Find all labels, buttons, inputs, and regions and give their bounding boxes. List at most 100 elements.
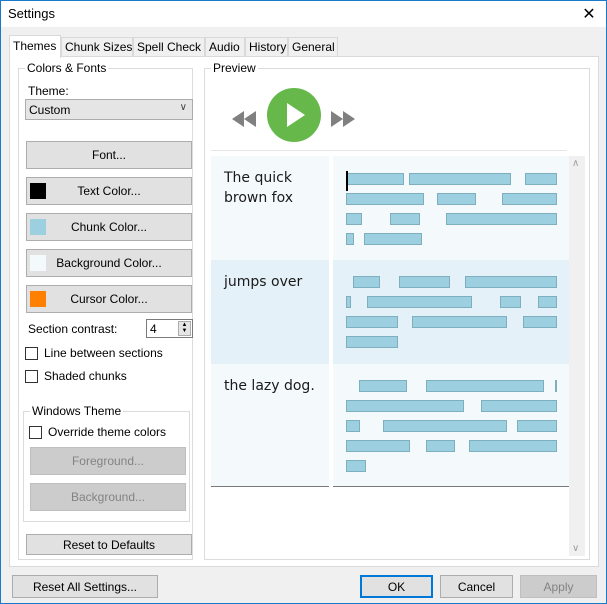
settings-window: Settings ✕ Themes Chunk Sizes Spell Chec… bbox=[0, 0, 607, 604]
chunk-bar bbox=[426, 380, 544, 392]
chunk-bar bbox=[346, 193, 424, 205]
section-bottom-line bbox=[333, 486, 569, 487]
theme-select[interactable]: Custom ∨ bbox=[25, 99, 193, 120]
chunk-bar bbox=[481, 400, 557, 412]
tab-spell-check[interactable]: Spell Check bbox=[133, 37, 205, 57]
chunk-bar bbox=[446, 213, 557, 225]
tab-label: Audio bbox=[209, 40, 240, 54]
scroll-up-icon[interactable]: ∧ bbox=[572, 158, 579, 169]
ok-button[interactable]: OK bbox=[360, 575, 433, 598]
tab-chunk-sizes[interactable]: Chunk Sizes bbox=[61, 37, 133, 57]
reset-all-settings-label: Reset All Settings... bbox=[32, 579, 138, 594]
windows-theme-label: Windows Theme bbox=[30, 404, 124, 418]
rewind-icon[interactable] bbox=[232, 111, 258, 127]
reset-all-settings-button[interactable]: Reset All Settings... bbox=[12, 575, 158, 598]
cursor-color-swatch bbox=[30, 291, 46, 307]
override-theme-colors-checkbox[interactable]: Override theme colors bbox=[29, 425, 166, 439]
section-text-line: the lazy dog. bbox=[224, 378, 315, 394]
section-3-text: the lazy dog. bbox=[224, 376, 315, 396]
tab-label: Spell Check bbox=[137, 40, 202, 54]
preview-divider bbox=[211, 150, 567, 151]
chunk-bar bbox=[346, 296, 351, 308]
cursor-color-button[interactable]: Cursor Color... bbox=[26, 285, 192, 313]
section-contrast-spinner[interactable]: 4 ▲ ▼ bbox=[146, 319, 193, 338]
chunk-bar bbox=[523, 316, 557, 328]
chunk-bar bbox=[346, 400, 464, 412]
reset-to-defaults-label: Reset to Defaults bbox=[62, 537, 156, 552]
foreground-button-label: Foreground... bbox=[71, 454, 145, 468]
chunk-color-swatch bbox=[30, 219, 46, 235]
chunk-bar bbox=[538, 296, 557, 308]
background-button[interactable]: Background... bbox=[30, 483, 186, 511]
tab-themes[interactable]: Themes bbox=[9, 35, 61, 58]
font-button[interactable]: Font... bbox=[26, 141, 192, 169]
apply-button[interactable]: Apply bbox=[520, 575, 597, 598]
chevron-down-icon: ∨ bbox=[179, 102, 187, 113]
section-text-line: brown fox bbox=[224, 190, 294, 206]
chunk-bar bbox=[555, 380, 557, 392]
background-color-label: Background Color... bbox=[56, 256, 162, 270]
chunk-bar bbox=[346, 233, 354, 245]
spinner-arrows-icon[interactable]: ▲ ▼ bbox=[178, 321, 191, 336]
chunk-bar bbox=[346, 440, 410, 452]
chunk-bar bbox=[346, 173, 404, 185]
chunk-bar bbox=[437, 193, 476, 205]
line-between-sections-label: Line between sections bbox=[44, 346, 163, 360]
shaded-chunks-checkbox[interactable]: Shaded chunks bbox=[25, 369, 127, 383]
chunk-bar bbox=[364, 233, 422, 245]
chunk-bar bbox=[353, 276, 380, 288]
window-title: Settings bbox=[8, 6, 55, 21]
preview-group: Preview The quick brown fox jumps over t… bbox=[204, 61, 590, 560]
chunk-bar bbox=[346, 316, 398, 328]
chunk-bar bbox=[346, 336, 398, 348]
checkbox-box[interactable] bbox=[25, 369, 38, 383]
checkbox-box[interactable] bbox=[25, 346, 38, 360]
chunk-bar bbox=[409, 173, 511, 185]
tab-label: Themes bbox=[13, 39, 57, 53]
theme-label: Theme: bbox=[28, 84, 69, 98]
text-color-swatch bbox=[30, 183, 46, 199]
chunk-bar bbox=[517, 420, 557, 432]
scroll-down-icon[interactable]: ∨ bbox=[572, 543, 579, 554]
text-cursor bbox=[346, 171, 348, 191]
background-button-label: Background... bbox=[70, 490, 146, 504]
text-color-button[interactable]: Text Color... bbox=[26, 177, 192, 205]
fast-forward-icon[interactable] bbox=[331, 111, 357, 127]
preview-scrollbar[interactable]: ∧ ∨ bbox=[569, 156, 585, 556]
text-color-label: Text Color... bbox=[77, 184, 141, 198]
chunk-bar bbox=[525, 173, 557, 185]
theme-select-value: Custom bbox=[29, 103, 71, 117]
font-button-label: Font... bbox=[91, 148, 126, 162]
colors-fonts-label: Colors & Fonts bbox=[25, 61, 109, 75]
close-icon[interactable]: ✕ bbox=[572, 1, 606, 27]
chunk-color-label: Chunk Color... bbox=[70, 220, 148, 234]
shaded-chunks-label: Shaded chunks bbox=[44, 369, 127, 383]
section-1-text: The quick brown fox bbox=[224, 168, 293, 208]
tab-history[interactable]: History bbox=[245, 37, 288, 57]
chunk-color-button[interactable]: Chunk Color... bbox=[26, 213, 192, 241]
tab-general[interactable]: General bbox=[288, 37, 338, 57]
override-theme-colors-label: Override theme colors bbox=[48, 425, 167, 439]
tab-label: General bbox=[292, 40, 335, 54]
cancel-button[interactable]: Cancel bbox=[440, 575, 513, 598]
chunk-bar bbox=[399, 276, 450, 288]
ok-button-label: OK bbox=[387, 579, 406, 594]
colors-fonts-group: Colors & Fonts Theme: Custom ∨ Font... T… bbox=[18, 61, 193, 560]
reset-to-defaults-button[interactable]: Reset to Defaults bbox=[26, 534, 192, 555]
chunk-bar bbox=[390, 213, 420, 225]
section-bottom-line bbox=[211, 486, 329, 487]
tab-label: Chunk Sizes bbox=[65, 40, 133, 54]
tab-audio[interactable]: Audio bbox=[205, 37, 245, 57]
chunk-bar bbox=[346, 420, 360, 432]
checkbox-box[interactable] bbox=[29, 425, 42, 439]
play-icon[interactable] bbox=[267, 88, 321, 142]
background-color-button[interactable]: Background Color... bbox=[26, 249, 192, 277]
foreground-button[interactable]: Foreground... bbox=[30, 447, 186, 475]
line-between-sections-checkbox[interactable]: Line between sections bbox=[25, 346, 163, 360]
background-color-swatch bbox=[30, 255, 46, 271]
tab-label: History bbox=[249, 40, 287, 54]
section-text-line: The quick bbox=[224, 170, 292, 186]
chunk-bar bbox=[500, 296, 521, 308]
preview-label: Preview bbox=[211, 61, 258, 75]
section-contrast-label: Section contrast: bbox=[28, 322, 118, 336]
